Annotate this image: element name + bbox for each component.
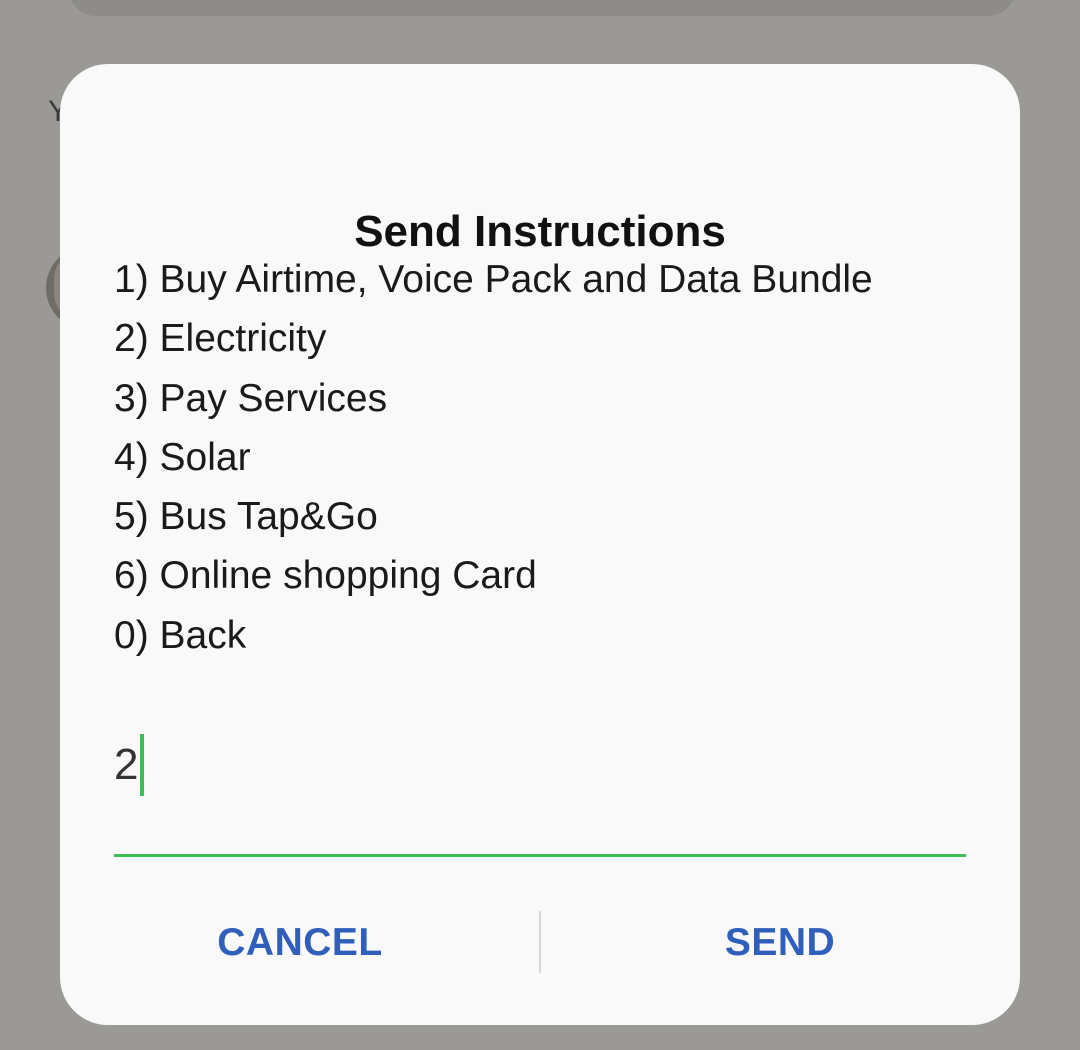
dialog-actions: CANCEL SEND	[60, 906, 1020, 980]
input-underline	[114, 854, 966, 857]
reply-input-field[interactable]: 2	[114, 730, 145, 800]
menu-option-solar: 4) Solar	[114, 435, 251, 479]
cancel-button[interactable]: CANCEL	[60, 906, 540, 980]
menu-option-bus-tap-go: 5) Bus Tap&Go	[114, 495, 378, 539]
menu-option-back: 0) Back	[114, 613, 247, 657]
text-cursor	[140, 734, 145, 796]
ussd-menu: 1) Buy Airtime, Voice Pack and Data Bund…	[114, 250, 873, 665]
menu-option-online-shopping-card: 6) Online shopping Card	[114, 554, 537, 598]
reply-input-value: 2	[114, 740, 139, 789]
background-card	[68, 0, 1016, 16]
menu-option-pay-services: 3) Pay Services	[114, 376, 388, 420]
menu-option-electricity: 2) Electricity	[114, 317, 327, 361]
reply-input[interactable]: 2	[114, 724, 966, 857]
menu-option-buy-airtime: 1) Buy Airtime, Voice Pack and Data Bund…	[114, 258, 873, 301]
send-button[interactable]: SEND	[540, 906, 1020, 980]
ussd-dialog: Send Instructions 1) Buy Airtime, Voice …	[60, 64, 1020, 1025]
